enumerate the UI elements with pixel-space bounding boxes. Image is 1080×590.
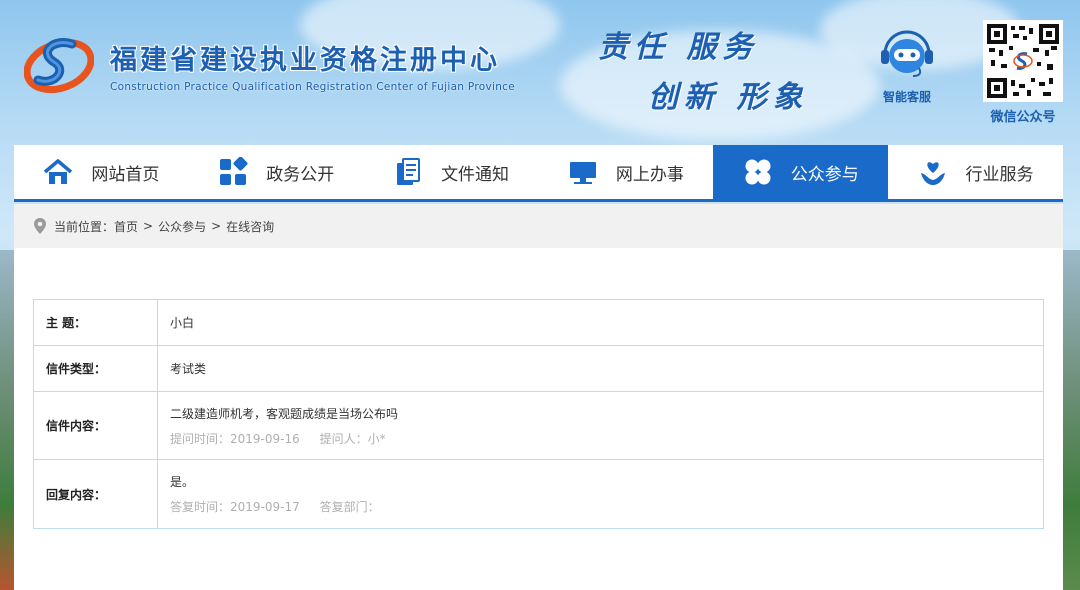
table-row: 回复内容： 是。 答复时间：2019-09-17 答复部门： [33, 459, 1044, 529]
reply-time: 答复时间：2019-09-17 [170, 500, 300, 514]
breadcrumb: 当前位置： 首页 > 公众参与 > 在线咨询 [14, 204, 1063, 248]
reply-content-label: 回复内容： [33, 459, 158, 529]
breadcrumb-prefix: 当前位置： [54, 219, 115, 234]
letter-type-label: 信件类型： [33, 345, 158, 392]
smart-service-button[interactable]: 智能客服 [872, 28, 942, 105]
main-nav: 网站首页 政务公开 文件通知 网上办事 公众参与 行业服务 [14, 145, 1063, 202]
letter-content-cell: 二级建造师机考，客观题成绩是当场公布吗 提问时间：2019-09-16 提问人：… [157, 391, 1044, 460]
document-icon [397, 158, 421, 185]
reply-content-value: 是。 [170, 475, 195, 489]
table-row: 信件类型： 考试类 [33, 345, 1044, 392]
logo-icon[interactable] [23, 34, 95, 96]
nav-item-public-participation[interactable]: 公众参与 [713, 145, 889, 199]
nav-item-notices[interactable]: 文件通知 [364, 145, 539, 199]
site-subtitle: Construction Practice Qualification Regi… [110, 81, 515, 93]
letter-content-label: 信件内容： [33, 391, 158, 460]
nav-item-home[interactable]: 网站首页 [14, 145, 189, 199]
wechat-qr-label: 微信公众号 [990, 110, 1056, 125]
breadcrumb-public-participation[interactable]: 公众参与 [158, 218, 206, 235]
clover-icon [745, 159, 771, 185]
table-row: 主 题： 小白 [33, 299, 1044, 346]
breadcrumb-separator: > [211, 219, 222, 233]
scenery-right [1062, 250, 1080, 590]
slogan-line-1: 责任 服务 [598, 30, 759, 65]
reply-meta: 答复时间：2019-09-17 答复部门： [170, 498, 1043, 515]
subject-value: 小白 [157, 299, 1044, 346]
slogan-line-2: 创新 形象 [648, 80, 809, 115]
breadcrumb-separator: > [143, 219, 154, 233]
qr-code-icon [983, 20, 1063, 102]
content-panel: 当前位置： 首页 > 公众参与 > 在线咨询 主 题： 小白 信件类型： 考试类… [14, 204, 1063, 590]
site-header: 福建省建设执业资格注册中心 Construction Practice Qual… [0, 0, 1080, 140]
consultation-detail-table: 主 题： 小白 信件类型： 考试类 信件内容： 二级建造师机考，客观题成绩是当场… [33, 299, 1044, 529]
reply-content-cell: 是。 答复时间：2019-09-17 答复部门： [157, 459, 1044, 529]
scenery-left [0, 250, 14, 590]
home-icon [44, 159, 73, 184]
grid-icon [220, 157, 248, 185]
nav-item-label: 政务公开 [266, 164, 335, 185]
wechat-qr[interactable]: 微信公众号 [983, 20, 1063, 125]
nav-item-government-affairs[interactable]: 政务公开 [189, 145, 364, 199]
location-pin-icon [34, 218, 46, 234]
question-meta: 提问时间：2019-09-16 提问人：小* [170, 430, 1043, 447]
breadcrumb-online-consult[interactable]: 在线咨询 [226, 218, 274, 235]
monitor-icon [569, 162, 596, 184]
breadcrumb-home[interactable]: 首页 [114, 218, 138, 235]
heart-hand-icon [920, 162, 945, 185]
letter-content-value: 二级建造师机考，客观题成绩是当场公布吗 [170, 406, 399, 421]
subject-label: 主 题： [33, 299, 158, 346]
nav-item-online-services[interactable]: 网上办事 [538, 145, 713, 199]
robot-icon [881, 30, 933, 77]
reply-department: 答复部门： [319, 500, 380, 514]
nav-item-label: 行业服务 [965, 164, 1034, 185]
nav-item-label: 公众参与 [790, 164, 859, 185]
letter-type-value: 考试类 [157, 345, 1044, 392]
ask-time: 提问时间：2019-09-16 [170, 431, 300, 446]
nav-item-label: 网上办事 [615, 164, 684, 185]
table-row: 信件内容： 二级建造师机考，客观题成绩是当场公布吗 提问时间：2019-09-1… [33, 391, 1044, 460]
smart-service-label: 智能客服 [882, 90, 931, 104]
nav-item-label: 文件通知 [441, 164, 510, 185]
site-title: 福建省建设执业资格注册中心 [110, 45, 500, 76]
asker: 提问人：小* [319, 431, 386, 446]
nav-item-industry-services[interactable]: 行业服务 [888, 145, 1063, 199]
nav-item-label: 网站首页 [91, 164, 160, 185]
